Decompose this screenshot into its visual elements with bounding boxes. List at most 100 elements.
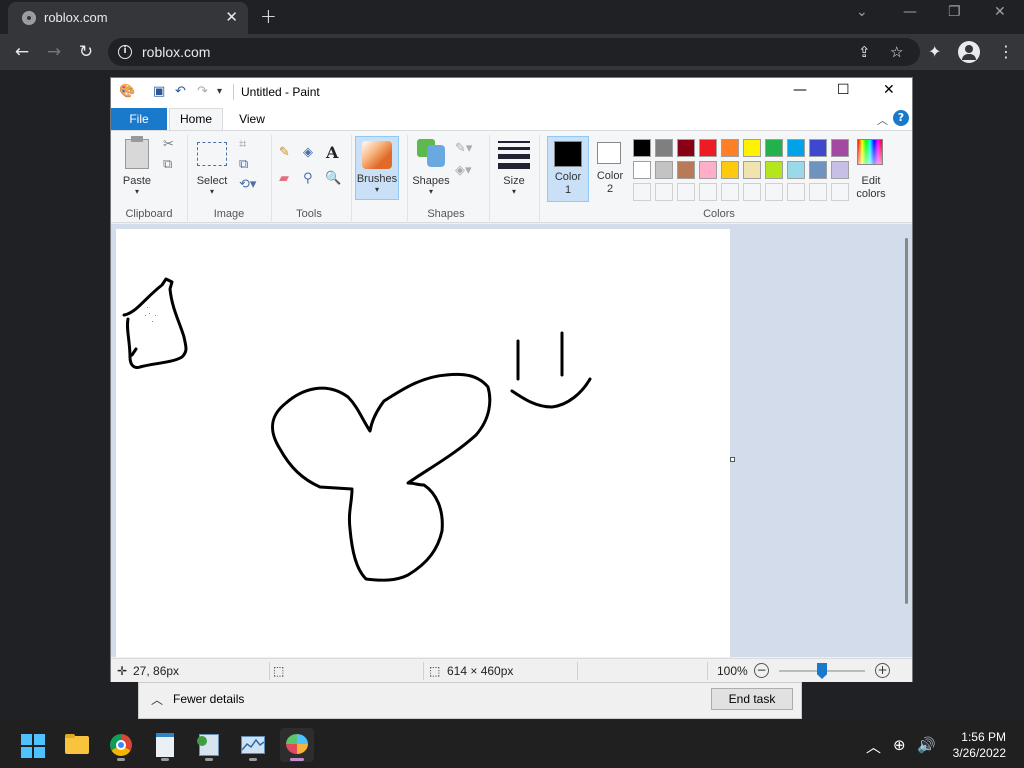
- taskbar-task-manager[interactable]: [236, 728, 270, 762]
- palette-color-swatch[interactable]: [765, 161, 783, 179]
- canvas-resize-handle[interactable]: [730, 457, 735, 462]
- tab-search-icon[interactable]: ⌄: [856, 4, 868, 20]
- zoom-out-button[interactable]: −: [754, 663, 769, 678]
- extensions-icon[interactable]: ✦: [928, 42, 941, 61]
- site-info-icon[interactable]: i: [118, 45, 132, 59]
- fill-bucket-icon[interactable]: ◈: [303, 145, 313, 160]
- collapse-ribbon-icon[interactable]: ︿: [877, 112, 888, 128]
- edit-colors-label[interactable]: Edit: [851, 175, 891, 187]
- palette-color-swatch[interactable]: [721, 161, 739, 179]
- resize-icon[interactable]: ⧉: [239, 157, 248, 172]
- crop-icon[interactable]: ⌗: [239, 137, 246, 152]
- maximize-icon[interactable]: ☐: [837, 82, 850, 98]
- profile-avatar[interactable]: [958, 41, 980, 63]
- palette-color-swatch[interactable]: [699, 139, 717, 157]
- palette-color-swatch[interactable]: [809, 139, 827, 157]
- tab-home[interactable]: Home: [169, 108, 223, 130]
- palette-color-swatch[interactable]: [743, 139, 761, 157]
- bookmark-star-icon[interactable]: ☆: [890, 43, 903, 61]
- palette-color-swatch[interactable]: [809, 161, 827, 179]
- palette-custom-slot[interactable]: [633, 183, 651, 201]
- palette-custom-slot[interactable]: [721, 183, 739, 201]
- palette-custom-slot[interactable]: [655, 183, 673, 201]
- palette-color-swatch[interactable]: [765, 139, 783, 157]
- outline-icon[interactable]: ✎▾: [455, 141, 472, 156]
- zoom-slider-thumb[interactable]: [817, 663, 827, 679]
- palette-custom-slot[interactable]: [699, 183, 717, 201]
- palette-color-swatch[interactable]: [787, 161, 805, 179]
- rotate-icon[interactable]: ⟲▾: [239, 177, 256, 192]
- restore-icon[interactable]: ❐: [948, 4, 961, 20]
- tab-view[interactable]: View: [227, 108, 277, 130]
- color-picker-icon[interactable]: ⚲: [303, 171, 313, 186]
- brushes-button[interactable]: Brushes ▾: [355, 136, 399, 200]
- taskbar-paint[interactable]: [280, 728, 314, 762]
- close-tab-icon[interactable]: ✕: [225, 8, 238, 26]
- fewer-details-link[interactable]: Fewer details: [173, 692, 244, 706]
- palette-color-swatch[interactable]: [831, 139, 849, 157]
- palette-custom-slot[interactable]: [677, 183, 695, 201]
- volume-icon[interactable]: 🔊: [917, 736, 936, 754]
- network-globe-icon[interactable]: ⊕: [893, 736, 906, 754]
- help-icon[interactable]: ?: [893, 110, 909, 126]
- share-icon[interactable]: ⇪: [858, 43, 871, 61]
- paste-button[interactable]: Paste ▾: [119, 135, 155, 199]
- minimize-icon[interactable]: —: [793, 82, 807, 98]
- palette-custom-slot[interactable]: [787, 183, 805, 201]
- clock[interactable]: 1:56 PM 3/26/2022: [953, 729, 1006, 761]
- redo-icon[interactable]: ↷: [197, 84, 208, 99]
- pencil-icon[interactable]: ✎: [279, 145, 290, 160]
- start-button[interactable]: [16, 728, 50, 762]
- show-hidden-icons[interactable]: ︿: [866, 736, 881, 757]
- palette-color-swatch[interactable]: [743, 161, 761, 179]
- palette-custom-slot[interactable]: [831, 183, 849, 201]
- palette-custom-slot[interactable]: [743, 183, 761, 201]
- palette-color-swatch[interactable]: [633, 139, 651, 157]
- copy-icon[interactable]: ⧉: [163, 157, 172, 172]
- edit-colors-label-2[interactable]: colors: [851, 188, 891, 200]
- palette-custom-slot[interactable]: [765, 183, 783, 201]
- palette-color-swatch[interactable]: [787, 139, 805, 157]
- cut-icon[interactable]: ✂: [163, 137, 174, 152]
- text-tool-icon[interactable]: A: [326, 143, 338, 162]
- save-icon[interactable]: ▣: [153, 84, 165, 99]
- color2-button[interactable]: Color 2: [591, 136, 629, 202]
- taskbar-chrome[interactable]: [104, 728, 138, 762]
- fill-icon[interactable]: ◈▾: [455, 163, 472, 178]
- tab-file[interactable]: File: [111, 108, 167, 130]
- vertical-scrollbar[interactable]: [905, 238, 908, 604]
- undo-icon[interactable]: ↶: [175, 84, 186, 99]
- palette-color-swatch[interactable]: [655, 139, 673, 157]
- forward-button[interactable]: →: [42, 40, 66, 64]
- chevron-up-icon[interactable]: ︿: [151, 691, 163, 708]
- taskbar-file-explorer[interactable]: [60, 728, 94, 762]
- magnifier-icon[interactable]: 🔍: [325, 171, 341, 186]
- palette-color-swatch[interactable]: [721, 139, 739, 157]
- back-button[interactable]: ←: [10, 40, 34, 64]
- close-icon[interactable]: ✕: [883, 82, 895, 98]
- menu-kebab-icon[interactable]: ⋮: [998, 42, 1014, 61]
- drawing-canvas[interactable]: [116, 229, 730, 657]
- minimize-icon[interactable]: —: [903, 4, 917, 20]
- select-button[interactable]: Select ▾: [195, 135, 229, 199]
- browser-tab[interactable]: roblox.com ✕: [8, 2, 248, 34]
- palette-color-swatch[interactable]: [633, 161, 651, 179]
- paint-app-icon[interactable]: 🎨: [119, 84, 135, 99]
- reload-button[interactable]: ↻: [74, 40, 98, 64]
- palette-color-swatch[interactable]: [677, 161, 695, 179]
- palette-custom-slot[interactable]: [809, 183, 827, 201]
- close-window-icon[interactable]: ✕: [994, 4, 1006, 20]
- new-tab-button[interactable]: +: [260, 4, 277, 28]
- palette-color-swatch[interactable]: [677, 139, 695, 157]
- address-bar[interactable]: i roblox.com ⇪ ☆: [108, 38, 920, 66]
- edit-colors-icon[interactable]: [857, 139, 883, 165]
- taskbar-notepad[interactable]: [148, 728, 182, 762]
- palette-color-swatch[interactable]: [699, 161, 717, 179]
- end-task-button[interactable]: End task: [711, 688, 793, 710]
- size-button[interactable]: Size ▾: [495, 135, 533, 199]
- palette-color-swatch[interactable]: [655, 161, 673, 179]
- color1-button[interactable]: Color 1: [547, 136, 589, 202]
- taskbar-control-panel[interactable]: [192, 728, 226, 762]
- eraser-icon[interactable]: ▰: [279, 171, 289, 186]
- palette-color-swatch[interactable]: [831, 161, 849, 179]
